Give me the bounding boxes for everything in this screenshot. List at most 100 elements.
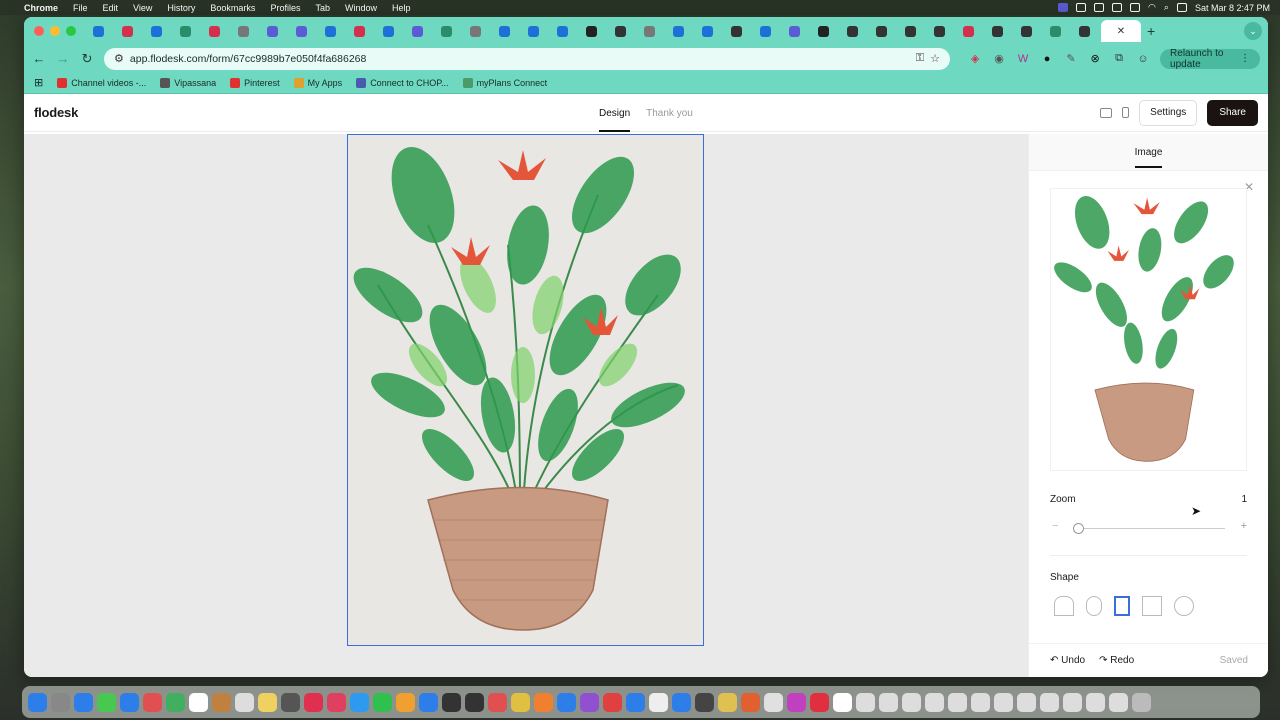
bookmark-item[interactable]: Connect to CHOP... xyxy=(356,77,449,88)
browser-tab[interactable] xyxy=(463,21,487,41)
forward-button[interactable]: → xyxy=(56,51,70,66)
dock-app-icon[interactable] xyxy=(971,692,990,712)
shape-square-option[interactable] xyxy=(1142,596,1162,616)
maximize-window-button[interactable] xyxy=(66,26,76,36)
status-icon[interactable] xyxy=(1076,3,1087,12)
browser-tab[interactable] xyxy=(231,21,255,41)
menu-file[interactable]: File xyxy=(73,3,88,13)
dock-app-icon[interactable] xyxy=(925,692,944,712)
browser-tab[interactable] xyxy=(985,21,1009,41)
browser-tab[interactable] xyxy=(289,21,313,41)
menu-window[interactable]: Window xyxy=(345,3,377,13)
dock-app-icon[interactable] xyxy=(350,692,369,712)
reload-button[interactable]: ↻ xyxy=(80,51,94,67)
browser-tab-active[interactable]: ✕ xyxy=(1101,20,1141,42)
apps-grid-icon[interactable]: ⊞ xyxy=(34,76,43,89)
dock-app-icon[interactable] xyxy=(764,692,783,712)
wifi-icon[interactable]: ◠ xyxy=(1148,2,1156,13)
browser-tab[interactable] xyxy=(347,21,371,41)
url-text[interactable]: app.flodesk.com/form/67cc9989b7e050f4fa6… xyxy=(130,53,910,65)
dock-app-icon[interactable] xyxy=(879,692,898,712)
more-menu-icon[interactable]: ⋮ xyxy=(1240,53,1250,64)
dock-app-icon[interactable] xyxy=(1040,692,1059,712)
dock-app-icon[interactable] xyxy=(189,692,208,712)
browser-tab[interactable] xyxy=(405,21,429,41)
zoom-slider-track[interactable] xyxy=(1078,528,1225,529)
dock-app-icon[interactable] xyxy=(1109,692,1128,712)
dock-app-icon[interactable] xyxy=(143,692,162,712)
extension-icon[interactable]: W xyxy=(1016,53,1030,65)
dock-app-icon[interactable] xyxy=(1017,692,1036,712)
dock-app-icon[interactable] xyxy=(1132,692,1151,712)
browser-tab[interactable] xyxy=(434,21,458,41)
menu-view[interactable]: View xyxy=(133,3,152,13)
dock-app-icon[interactable] xyxy=(51,692,70,712)
bookmark-item[interactable]: Channel videos -... xyxy=(57,77,146,88)
pocket-icon[interactable]: ◈ xyxy=(968,52,982,65)
bookmark-item[interactable]: My Apps xyxy=(293,77,342,88)
tab-search-button[interactable]: ⌄ xyxy=(1244,22,1262,40)
close-tab-icon[interactable]: ✕ xyxy=(1117,26,1125,37)
dock-app-icon[interactable] xyxy=(649,692,668,712)
browser-tab[interactable] xyxy=(869,21,893,41)
menu-profiles[interactable]: Profiles xyxy=(270,3,300,13)
extension-icon[interactable]: ◉ xyxy=(992,52,1006,65)
dock-app-icon[interactable] xyxy=(281,692,300,712)
shape-pill-option[interactable] xyxy=(1086,596,1102,616)
browser-tab[interactable] xyxy=(1043,21,1067,41)
browser-tab[interactable] xyxy=(1072,21,1096,41)
dock-app-icon[interactable] xyxy=(994,692,1013,712)
flodesk-logo[interactable]: flodesk xyxy=(34,105,78,120)
dock-app-icon[interactable] xyxy=(672,692,691,712)
new-tab-button[interactable]: + xyxy=(1147,23,1155,39)
menu-edit[interactable]: Edit xyxy=(103,3,119,13)
browser-tab[interactable] xyxy=(115,21,139,41)
dock-app-icon[interactable] xyxy=(304,692,323,712)
password-key-icon[interactable]: ⚿ xyxy=(916,52,924,65)
dock-app-icon[interactable] xyxy=(741,692,760,712)
menu-app-name[interactable]: Chrome xyxy=(24,3,58,13)
bookmark-item[interactable]: Vipassana xyxy=(160,77,216,88)
dock-app-icon[interactable] xyxy=(718,692,737,712)
status-icon[interactable] xyxy=(1094,3,1105,12)
dock-app-icon[interactable] xyxy=(948,692,967,712)
zoom-slider[interactable]: − + xyxy=(1050,520,1247,536)
dock-app-icon[interactable] xyxy=(442,692,461,712)
redo-button[interactable]: ↷ Redo xyxy=(1099,655,1134,666)
dock-app-icon[interactable] xyxy=(396,692,415,712)
browser-tab[interactable] xyxy=(695,21,719,41)
dock-app-icon[interactable] xyxy=(258,692,277,712)
browser-tab[interactable] xyxy=(318,21,342,41)
desktop-preview-icon[interactable] xyxy=(1100,107,1113,118)
shape-arch-option[interactable] xyxy=(1054,596,1074,616)
browser-tab[interactable] xyxy=(579,21,603,41)
tab-design[interactable]: Design xyxy=(599,94,631,132)
dock-app-icon[interactable] xyxy=(902,692,921,712)
dock-app-icon[interactable] xyxy=(97,692,116,712)
dock-app-icon[interactable] xyxy=(465,692,484,712)
dock-app-icon[interactable] xyxy=(166,692,185,712)
close-window-button[interactable] xyxy=(34,26,44,36)
dock-app-icon[interactable] xyxy=(626,692,645,712)
extension-icon[interactable]: ✎ xyxy=(1064,52,1078,65)
share-button[interactable]: Share xyxy=(1207,99,1258,126)
dock-app-icon[interactable] xyxy=(833,692,852,712)
dock-app-icon[interactable] xyxy=(1086,692,1105,712)
undo-button[interactable]: ↶ Undo xyxy=(1050,655,1085,666)
browser-tab[interactable] xyxy=(782,21,806,41)
browser-tab[interactable] xyxy=(753,21,777,41)
extension-icon[interactable]: ● xyxy=(1040,53,1054,65)
bookmark-item[interactable]: Pinterest xyxy=(230,77,280,88)
settings-button[interactable]: Settings xyxy=(1139,99,1198,126)
browser-tab[interactable] xyxy=(811,21,835,41)
dock-app-icon[interactable] xyxy=(419,692,438,712)
menu-history[interactable]: History xyxy=(167,3,195,13)
dock-app-icon[interactable] xyxy=(787,692,806,712)
zoom-out-icon[interactable]: − xyxy=(1052,520,1058,532)
dock-app-icon[interactable] xyxy=(580,692,599,712)
browser-tab[interactable] xyxy=(173,21,197,41)
browser-tab[interactable] xyxy=(637,21,661,41)
tab-thank-you[interactable]: Thank you xyxy=(646,94,693,132)
extensions-puzzle-icon[interactable]: ⧉ xyxy=(1112,52,1126,65)
minimize-window-button[interactable] xyxy=(50,26,60,36)
